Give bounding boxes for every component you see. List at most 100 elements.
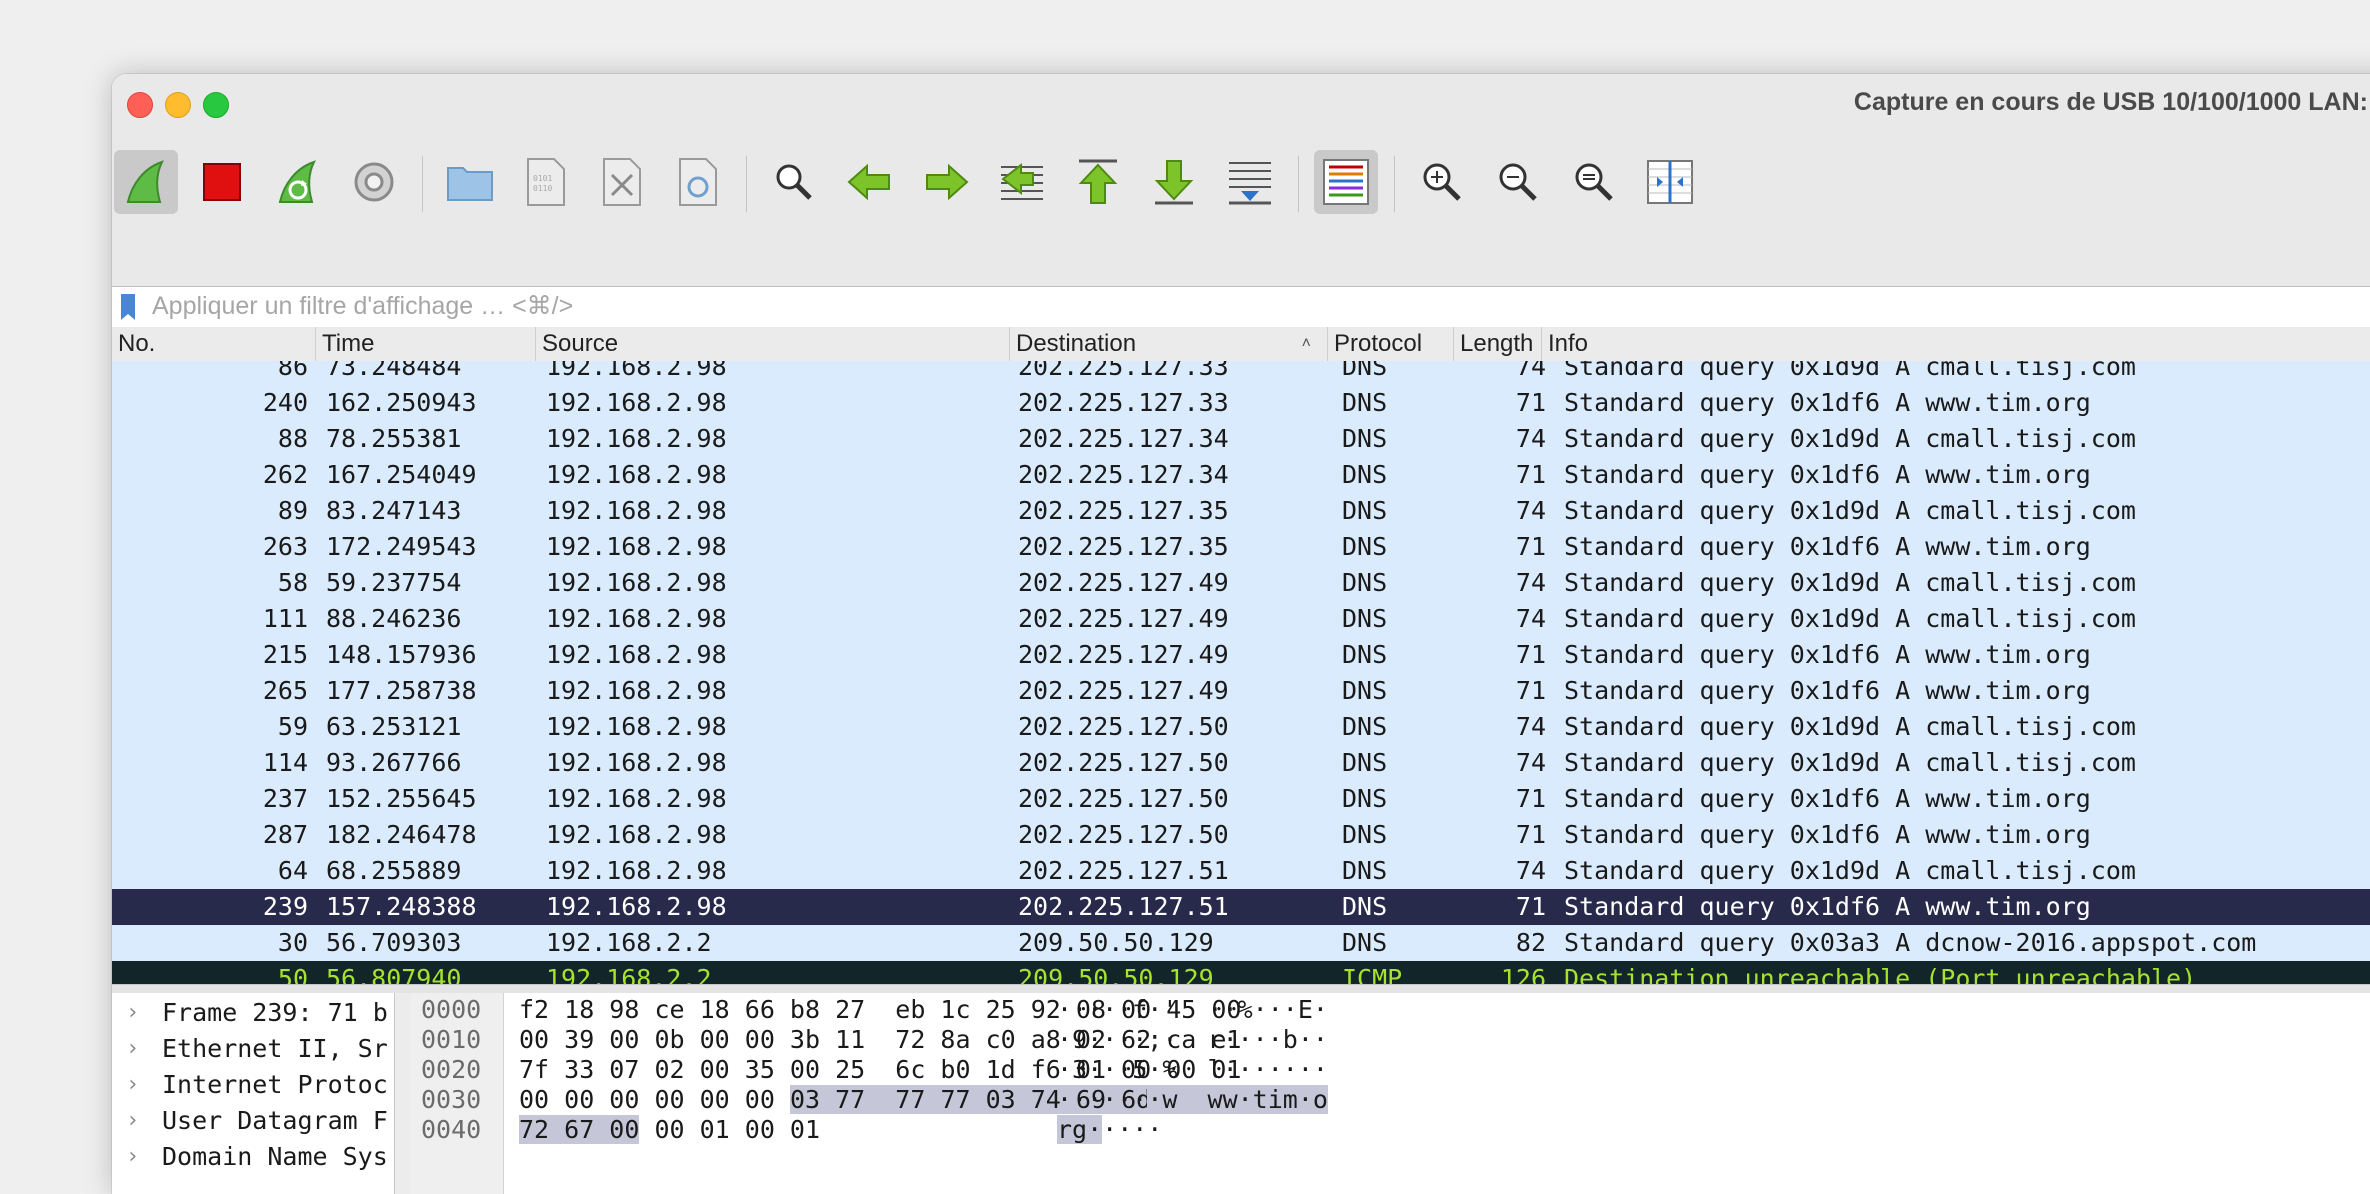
cell-len: 71 — [1515, 388, 1546, 417]
go-first-packet-button[interactable] — [1066, 150, 1130, 214]
ascii-bytes[interactable]: ·9····;· r····b·· — [1057, 1025, 1328, 1055]
chevron-right-icon[interactable]: › — [126, 1139, 139, 1175]
column-header-source[interactable]: Source — [536, 327, 1010, 361]
cell-proto: DNS — [1342, 388, 1388, 417]
tree-item-label: Ethernet II, Sr — [162, 1034, 388, 1063]
cell-src: 192.168.2.2 — [546, 964, 712, 984]
column-header-label: No. — [118, 330, 156, 357]
hex-offset: 0030 — [421, 1085, 482, 1114]
chevron-right-icon[interactable]: › — [126, 1067, 139, 1103]
column-header-length[interactable]: Length — [1454, 327, 1542, 361]
table-row[interactable]: 88 78.255381 192.168.2.98 202.225.127.34 DNS… — [112, 421, 2370, 457]
resize-columns-button[interactable] — [1638, 150, 1702, 214]
cell-len: 71 — [1515, 532, 1546, 561]
packet-details-pane[interactable]: › Frame 239: 71 b › Ethernet II, Sr › Interne… — [112, 993, 394, 1194]
pane-splitter-vertical[interactable] — [394, 993, 412, 1194]
table-row[interactable]: 237 152.255645 192.168.2.98 202.225.127.50 D… — [112, 781, 2370, 817]
go-last-packet-button[interactable] — [1142, 150, 1206, 214]
auto-scroll-icon — [1229, 162, 1271, 205]
cell-dst: 202.225.127.49 — [1018, 676, 1229, 705]
table-row[interactable]: 64 68.255889 192.168.2.98 202.225.127.51 DNS… — [112, 853, 2370, 889]
start-capture-button[interactable] — [114, 150, 178, 214]
capture-options-button[interactable] — [342, 150, 406, 214]
cell-len: 74 — [1515, 712, 1546, 741]
go-to-packet-icon — [1001, 162, 1043, 200]
cell-info: Standard query 0x1d9d A cmall.tisj.com — [1564, 424, 2136, 453]
reload-file-button[interactable] — [666, 150, 730, 214]
table-row[interactable]: 215 148.157936 192.168.2.98 202.225.127.49 D… — [112, 637, 2370, 673]
column-header-protocol[interactable]: Protocol — [1328, 327, 1454, 361]
cell-no: 215 — [262, 640, 308, 669]
cell-dst: 202.225.127.50 — [1018, 784, 1229, 813]
table-row[interactable]: 240 162.250943 192.168.2.98 202.225.127.33 D… — [112, 385, 2370, 421]
go-back-button[interactable] — [838, 150, 902, 214]
cell-info: Standard query 0x1d9d A cmall.tisj.com — [1564, 568, 2136, 597]
chevron-right-icon[interactable]: › — [126, 1103, 139, 1139]
stop-capture-button[interactable] — [190, 150, 254, 214]
cell-no: 30 — [277, 928, 308, 957]
cell-time: 148.157936 — [326, 640, 477, 669]
column-header-destination[interactable]: Destination ˄ — [1010, 327, 1328, 361]
chevron-right-icon[interactable]: › — [126, 995, 139, 1031]
table-row[interactable]: 263 172.249543 192.168.2.98 202.225.127.35 D… — [112, 529, 2370, 565]
table-row[interactable]: 114 93.267766 192.168.2.98 202.225.127.50 DN… — [112, 745, 2370, 781]
close-window-button[interactable] — [127, 92, 153, 118]
table-row[interactable]: 89 83.247143 192.168.2.98 202.225.127.35 DNS… — [112, 493, 2370, 529]
cell-info: Standard query 0x03a3 A dcnow-2016.appsp… — [1564, 928, 2257, 957]
cell-no: 262 — [262, 460, 308, 489]
find-packet-button[interactable] — [762, 150, 826, 214]
go-forward-button[interactable] — [914, 150, 978, 214]
table-row[interactable]: 58 59.237754 192.168.2.98 202.225.127.49 DNS… — [112, 565, 2370, 601]
display-filter-input[interactable] — [152, 289, 1752, 323]
restart-capture-button[interactable] — [266, 150, 330, 214]
table-row[interactable]: 287 182.246478 192.168.2.98 202.225.127.50 D… — [112, 817, 2370, 853]
go-to-packet-button[interactable] — [990, 150, 1054, 214]
cell-len: 71 — [1515, 676, 1546, 705]
table-row[interactable]: 265 177.258738 192.168.2.98 202.225.127.49 D… — [112, 673, 2370, 709]
cell-src: 192.168.2.98 — [546, 460, 727, 489]
column-header-time[interactable]: Time — [316, 327, 536, 361]
open-file-button[interactable] — [438, 150, 502, 214]
ascii-bytes[interactable]: ·······w ww·tim·o — [1057, 1085, 1328, 1115]
table-row[interactable]: 86 73.248484 192.168.2.98 202.225.127.33 DNS… — [112, 361, 2370, 385]
cell-no: 263 — [262, 532, 308, 561]
table-row[interactable]: 262 167.254049 192.168.2.98 202.225.127.34 D… — [112, 457, 2370, 493]
go-first-packet-icon — [1078, 159, 1118, 204]
ascii-bytes[interactable]: rg····· — [1057, 1115, 1162, 1145]
packet-bytes-pane[interactable]: 0000 f2 18 98 ce 18 66 b8 27 eb 1c 25 92 … — [411, 993, 2370, 1194]
table-row[interactable]: 111 88.246236 192.168.2.98 202.225.127.49 DN… — [112, 601, 2370, 637]
cell-len: 74 — [1515, 361, 1546, 381]
table-row[interactable]: 50 56.807940 192.168.2.2 209.50.50.129 ICMP 1… — [112, 961, 2370, 984]
chevron-right-icon[interactable]: › — [126, 1031, 139, 1067]
minimize-window-button[interactable] — [165, 92, 191, 118]
cell-no: 89 — [277, 496, 308, 525]
cell-info: Standard query 0x1d9d A cmall.tisj.com — [1564, 604, 2136, 633]
ascii-bytes[interactable]: ·····f·' ··%···E· — [1057, 995, 1328, 1025]
svg-text:0110: 0110 — [533, 184, 552, 193]
close-file-button[interactable] — [590, 150, 654, 214]
packet-list[interactable]: 86 73.248484 192.168.2.98 202.225.127.33 DNS… — [112, 361, 2370, 984]
wireshark-window: Capture en cours de USB 10/100/1000 LAN:… — [112, 74, 2370, 1194]
table-row[interactable]: 30 56.709303 192.168.2.2 209.50.50.129 DNS 82… — [112, 925, 2370, 961]
zoom-out-button[interactable] — [1486, 150, 1550, 214]
zoom-in-button[interactable] — [1410, 150, 1474, 214]
zoom-normal-button[interactable] — [1562, 150, 1626, 214]
table-row-selected[interactable]: 239 157.248388 192.168.2.98 202.225.127.51 D… — [112, 889, 2370, 925]
colorize-button[interactable] — [1314, 150, 1378, 214]
save-file-button[interactable]: 0101 0110 — [514, 150, 578, 214]
cell-info: Standard query 0x1df6 A www.tim.org — [1564, 676, 2091, 705]
cell-dst: 202.225.127.50 — [1018, 820, 1229, 849]
table-row[interactable]: 59 63.253121 192.168.2.98 202.225.127.50 DNS… — [112, 709, 2370, 745]
column-header-no[interactable]: No. — [112, 327, 316, 361]
auto-scroll-button[interactable] — [1218, 150, 1282, 214]
hex-bytes[interactable]: 72 67 00 00 01 00 01 — [519, 1115, 820, 1145]
zoom-window-button[interactable] — [203, 92, 229, 118]
cell-time: 83.247143 — [326, 496, 462, 525]
cell-len: 71 — [1515, 640, 1546, 669]
bytes-segment: 00 01 00 01 — [639, 1115, 821, 1144]
column-header-info[interactable]: Info — [1542, 327, 2370, 361]
bookmark-icon[interactable] — [120, 293, 136, 321]
cell-time: 73.248484 — [326, 361, 462, 381]
column-header-label: Length — [1460, 330, 1534, 357]
ascii-bytes[interactable]: ·3···5·% l······· — [1057, 1055, 1328, 1085]
